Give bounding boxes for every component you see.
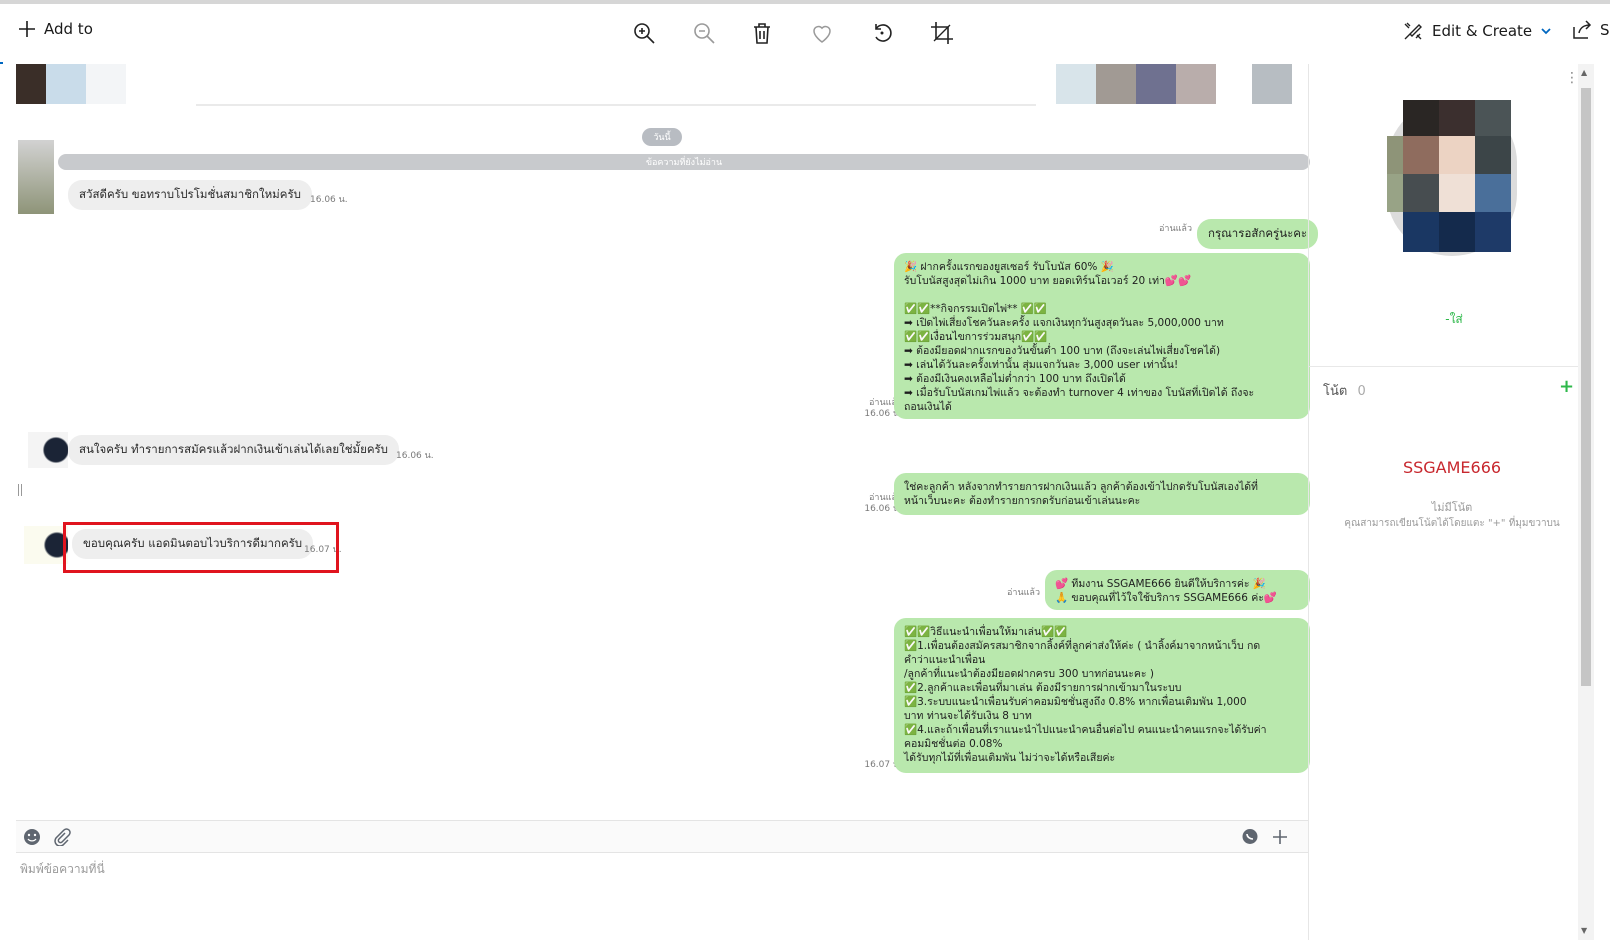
message-bubble-out: 💕 ทีมงาน SSGAME666 ยินดีให้บริการค่ะ 🎉 🙏… — [1045, 570, 1310, 610]
scroll-down-icon[interactable]: ▼ — [1581, 926, 1587, 935]
profile-side-panel: ⋮ -ใส่ โน้ต 0 + SSGAME666 ไม่มีโน้ต คุณส… — [1308, 64, 1594, 940]
photo-canvas: วันนี้ ข้อความที่ยังไม่อ่าน สวัสดีครับ ข… — [16, 64, 1594, 940]
message-bubble-out: 🎉 ฝากครั้งแรกของยูสเซอร์ รับโบนัส 60% 🎉 … — [894, 253, 1310, 419]
avatar — [28, 432, 68, 468]
avatar — [18, 140, 54, 214]
add-to-label: Add to — [44, 20, 93, 38]
message-meta: อ่านแล้ว 16.06 น. — [842, 493, 902, 515]
delete-icon[interactable] — [748, 19, 776, 47]
share-label: S — [1600, 21, 1610, 39]
emoji-icon[interactable] — [22, 827, 42, 847]
blurred-thumbnail — [1252, 64, 1292, 104]
message-bubble-in: สนใจครับ ทำรายการสมัครแล้วฝากเงินเข้าเล่… — [68, 435, 399, 465]
highlight-box — [63, 522, 339, 573]
avatar — [24, 526, 68, 564]
date-pill: วันนี้ — [642, 128, 682, 146]
zoom-out-icon[interactable] — [690, 19, 718, 47]
message-meta: อ่านแล้ว 16.06 น. — [842, 398, 902, 420]
divider — [196, 104, 1036, 106]
add-note-button[interactable]: + — [1559, 376, 1574, 397]
edit-create-icon — [1404, 22, 1422, 40]
chat-bubble-icon[interactable] — [1240, 827, 1260, 847]
blurred-thumbnail — [1176, 64, 1216, 104]
add-to-button[interactable]: Add to — [18, 20, 93, 38]
chat-panel: วันนี้ ข้อความที่ยังไม่อ่าน สวัสดีครับ ข… — [16, 64, 1319, 940]
profile-name: -ใส่ — [1445, 312, 1463, 326]
composer-toolbar — [16, 820, 1308, 853]
divider — [1309, 366, 1594, 367]
share-icon — [1573, 20, 1592, 39]
message-time: 16.06 น. — [396, 451, 434, 461]
edit-create-button[interactable]: Edit & Create — [1402, 20, 1552, 42]
add-icon[interactable] — [1270, 827, 1290, 847]
blurred-thumbnail — [1136, 64, 1176, 104]
plus-icon — [19, 21, 35, 37]
note-header: โน้ต 0 — [1323, 380, 1366, 401]
message-bubble-out: กรุณารอสักครู่นะคะ — [1197, 219, 1319, 249]
message-bubble-out: ✅✅วิธีแนะนำเพื่อนให้มาเล่น✅✅ ✅1.เพื่อนต้… — [894, 618, 1310, 773]
read-status: อ่านแล้ว — [869, 398, 902, 408]
message-bubble-in: สวัสดีครับ ขอทราบโปรโมชั่นสมาชิกใหม่ครับ — [68, 180, 312, 210]
note-count: 0 — [1357, 384, 1366, 399]
share-button[interactable]: S — [1572, 20, 1610, 40]
read-status: อ่านแล้ว — [869, 493, 902, 503]
scrollbar-thumb[interactable] — [1581, 88, 1591, 686]
scroll-up-icon[interactable]: ▲ — [1581, 68, 1587, 77]
crop-icon[interactable] — [928, 19, 956, 47]
note-label: โน้ต — [1323, 384, 1348, 399]
note-hint: คุณสามารถเขียนโน้ตได้โดยแตะ "+" ที่มุมขว… — [1344, 518, 1560, 529]
blurred-thumbnail — [46, 64, 86, 104]
message-bubble-out: ใช่คะลูกค้า หลังจากทำรายการฝากเงินแล้ว ล… — [894, 473, 1310, 515]
profile-avatar — [1387, 100, 1517, 256]
heart-icon[interactable] — [808, 19, 836, 47]
read-status: อ่านแล้ว — [1159, 224, 1192, 234]
message-time: 16.07 น. — [864, 760, 902, 770]
message-time: 16.06 น. — [864, 504, 902, 514]
rotate-icon[interactable] — [868, 19, 896, 47]
unread-divider: ข้อความที่ยังไม่อ่าน — [58, 154, 1310, 170]
zoom-in-icon[interactable] — [630, 19, 658, 47]
photo-viewer-toolbar: Add to Edit & Create S — [0, 4, 1610, 62]
message-time: 16.06 น. — [310, 195, 348, 205]
drag-handle — [18, 484, 22, 496]
account-name: SSGAME666 — [1402, 458, 1502, 477]
blurred-thumbnail — [1096, 64, 1136, 104]
message-time: 16.06 น. — [864, 409, 902, 419]
no-note-text: ไม่มีโน้ต — [1431, 501, 1473, 514]
edit-create-label: Edit & Create — [1432, 22, 1533, 40]
chevron-down-icon — [1541, 28, 1551, 35]
blurred-thumbnail — [86, 64, 126, 104]
blurred-thumbnail — [16, 64, 46, 104]
more-options-icon[interactable]: ⋮ — [1565, 71, 1579, 85]
message-input[interactable]: พิมพ์ข้อความที่นี่ — [20, 860, 105, 879]
attachment-icon[interactable] — [52, 827, 72, 847]
read-status: อ่านแล้ว — [1007, 588, 1040, 598]
blurred-thumbnail — [1056, 64, 1096, 104]
